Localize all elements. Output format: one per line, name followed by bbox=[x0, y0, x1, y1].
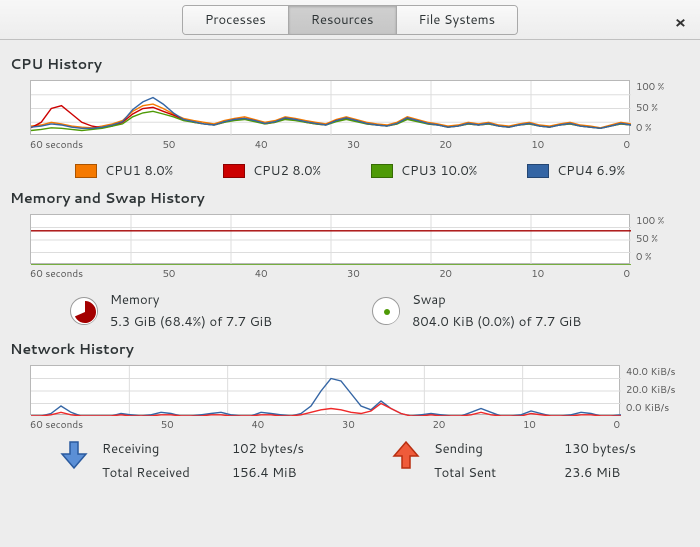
cpu3-label: CPU3 10.0% bbox=[401, 162, 477, 180]
memory-value: 5.3 GiB (68.4%) of 7.7 GiB bbox=[110, 313, 272, 331]
cpu-y-50: 50 % bbox=[636, 101, 664, 115]
net-y-0: 0.0 KiB/s bbox=[626, 401, 676, 415]
swap-label: Swap bbox=[412, 291, 581, 309]
receiving-rate: 102 bytes/s bbox=[232, 440, 332, 458]
cpu4-swatch bbox=[527, 164, 549, 178]
total-sent-label: Total Sent bbox=[434, 464, 564, 482]
tab-filesystems[interactable]: File Systems bbox=[397, 6, 518, 34]
cpu-x-10: 10 bbox=[531, 138, 544, 152]
cpu-x-50: 50 bbox=[163, 138, 176, 152]
legend-cpu2[interactable]: CPU2 8.0% bbox=[223, 162, 321, 180]
cpu-x-20: 20 bbox=[439, 138, 452, 152]
sending-rate: 130 bytes/s bbox=[564, 440, 664, 458]
legend-cpu3[interactable]: CPU3 10.0% bbox=[371, 162, 477, 180]
titlebar: Processes Resources File Systems × bbox=[0, 0, 700, 40]
net-y-20: 20.0 KiB/s bbox=[626, 383, 676, 397]
net-x-0: 0 bbox=[614, 418, 620, 432]
cpu-x-30: 30 bbox=[347, 138, 360, 152]
cpu4-label: CPU4 6.9% bbox=[557, 162, 625, 180]
receiving-label: Receiving bbox=[102, 440, 232, 458]
cpu2-label: CPU2 8.0% bbox=[253, 162, 321, 180]
download-arrow-icon bbox=[60, 440, 88, 470]
cpu-y-100: 100 % bbox=[636, 80, 664, 94]
cpu-legend: CPU1 8.0% CPU2 8.0% CPU3 10.0% CPU4 6.9% bbox=[50, 162, 650, 180]
net-x-20: 20 bbox=[433, 418, 446, 432]
net-history-title: Network History bbox=[10, 339, 690, 359]
mem-y-0: 0 % bbox=[636, 250, 664, 264]
cpu1-label: CPU1 8.0% bbox=[105, 162, 173, 180]
total-received-value: 156.4 MiB bbox=[232, 464, 332, 482]
tab-resources[interactable]: Resources bbox=[289, 6, 397, 34]
legend-cpu4[interactable]: CPU4 6.9% bbox=[527, 162, 625, 180]
net-x-50: 50 bbox=[161, 418, 174, 432]
mem-history-title: Memory and Swap History bbox=[10, 188, 690, 208]
mem-x-10: 10 bbox=[531, 267, 544, 281]
mem-x-30: 30 bbox=[347, 267, 360, 281]
mem-x-60: 60 seconds bbox=[30, 267, 83, 281]
memory-label: Memory bbox=[110, 291, 272, 309]
swap-item[interactable]: Swap 804.0 KiB (0.0%) of 7.7 GiB bbox=[372, 291, 581, 331]
content-area: CPU History 100 % 50 % 0 % 60 seconds 50… bbox=[0, 40, 700, 492]
swap-gauge-icon bbox=[372, 297, 400, 325]
cpu1-swatch bbox=[75, 164, 97, 178]
memory-item[interactable]: Memory 5.3 GiB (68.4%) of 7.7 GiB bbox=[70, 291, 272, 331]
cpu-x-0: 0 bbox=[624, 138, 630, 152]
cpu-x-40: 40 bbox=[255, 138, 268, 152]
total-received-label: Total Received bbox=[102, 464, 232, 482]
net-chart bbox=[30, 365, 620, 415]
mem-x-0: 0 bbox=[624, 267, 630, 281]
mem-y-50: 50 % bbox=[636, 232, 664, 246]
mem-x-20: 20 bbox=[439, 267, 452, 281]
total-sent-value: 23.6 MiB bbox=[564, 464, 664, 482]
tab-processes[interactable]: Processes bbox=[183, 6, 289, 34]
cpu-chart bbox=[30, 80, 630, 135]
receiving-block: Receiving 102 bytes/s Total Received 156… bbox=[60, 440, 332, 482]
net-x-40: 40 bbox=[251, 418, 264, 432]
cpu-x-60: 60 seconds bbox=[30, 138, 83, 152]
close-icon[interactable]: × bbox=[675, 11, 686, 34]
cpu-y-0: 0 % bbox=[636, 121, 664, 135]
mem-x-40: 40 bbox=[255, 267, 268, 281]
swap-value: 804.0 KiB (0.0%) of 7.7 GiB bbox=[412, 313, 581, 331]
net-x-30: 30 bbox=[342, 418, 355, 432]
cpu-history-title: CPU History bbox=[10, 54, 690, 74]
legend-cpu1[interactable]: CPU1 8.0% bbox=[75, 162, 173, 180]
cpu2-swatch bbox=[223, 164, 245, 178]
mem-y-100: 100 % bbox=[636, 214, 664, 228]
view-switcher: Processes Resources File Systems bbox=[182, 5, 518, 35]
net-x-60: 60 seconds bbox=[30, 418, 83, 432]
cpu3-swatch bbox=[371, 164, 393, 178]
mem-chart bbox=[30, 214, 630, 264]
sending-block: Sending 130 bytes/s Total Sent 23.6 MiB bbox=[392, 440, 664, 482]
memory-gauge-icon bbox=[70, 297, 98, 325]
sending-label: Sending bbox=[434, 440, 564, 458]
net-y-40: 40.0 KiB/s bbox=[626, 365, 676, 379]
net-x-10: 10 bbox=[523, 418, 536, 432]
upload-arrow-icon bbox=[392, 440, 420, 470]
mem-x-50: 50 bbox=[163, 267, 176, 281]
